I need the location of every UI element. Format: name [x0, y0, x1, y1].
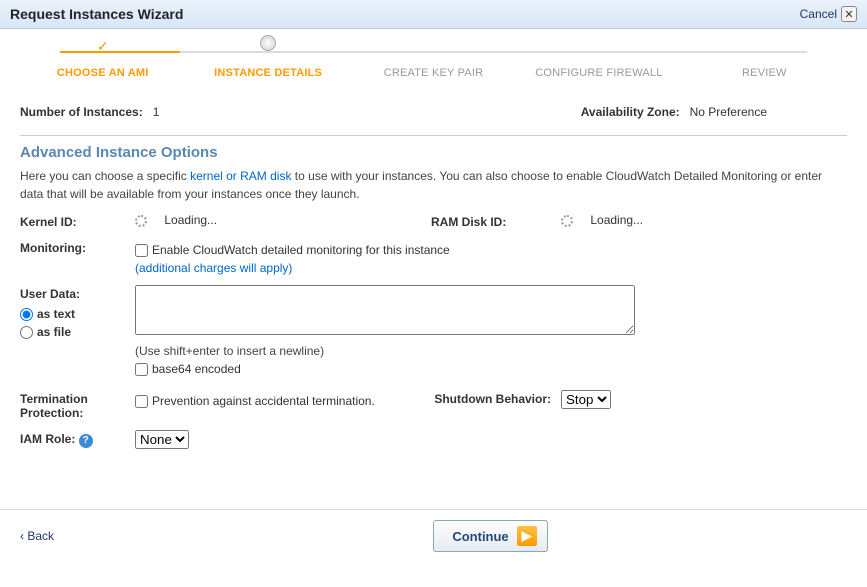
base64-label: base64 encoded — [152, 362, 241, 376]
intro-text: Here you can choose a specific kernel or… — [20, 167, 847, 203]
availability-zone-label: Availability Zone: — [581, 105, 680, 119]
userdata-hint: (Use shift+enter to insert a newline) — [135, 344, 847, 358]
ramdisk-id-value: Loading... — [590, 213, 643, 227]
userdata-as-text-label: as text — [37, 307, 75, 321]
termination-label: Termination Protection: — [20, 390, 125, 420]
step-configure-firewall[interactable]: CONFIGURE FIREWALL — [516, 43, 681, 79]
additional-charges-link[interactable]: (additional charges will apply) — [135, 261, 292, 275]
step-knob-icon — [260, 35, 276, 51]
shutdown-select[interactable]: Stop — [561, 390, 611, 409]
spinner-icon — [561, 215, 573, 227]
termination-checkbox[interactable] — [135, 395, 148, 408]
section-title: Advanced Instance Options — [20, 144, 847, 161]
monitoring-checkbox[interactable] — [135, 244, 148, 257]
userdata-as-file-radio[interactable] — [20, 326, 33, 339]
continue-button[interactable]: Continue ▶ — [433, 520, 547, 552]
userdata-as-text-radio[interactable] — [20, 308, 33, 321]
termination-checkbox-label: Prevention against accidental terminatio… — [152, 394, 375, 408]
dialog-title: Request Instances Wizard — [10, 6, 183, 22]
step-instance-details[interactable]: INSTANCE DETAILS — [185, 43, 350, 79]
iam-role-select[interactable]: None — [135, 430, 189, 449]
step-create-key-pair[interactable]: CREATE KEY PAIR — [351, 43, 516, 79]
close-icon[interactable]: ✕ — [841, 6, 857, 22]
step-review[interactable]: REVIEW — [682, 43, 847, 79]
iam-role-label: IAM Role: ? — [20, 430, 125, 448]
shutdown-label: Shutdown Behavior: — [431, 390, 551, 406]
userdata-textarea[interactable] — [135, 285, 635, 335]
monitoring-label: Monitoring: — [20, 239, 125, 255]
continue-label: Continue — [452, 529, 508, 544]
step-choose-ami[interactable]: ✓ CHOOSE AN AMI — [20, 43, 185, 79]
spinner-icon — [135, 215, 147, 227]
kernel-ramdisk-link[interactable]: kernel or RAM disk — [190, 169, 291, 183]
base64-checkbox[interactable] — [135, 363, 148, 376]
ramdisk-id-label: RAM Disk ID: — [431, 213, 551, 229]
help-icon[interactable]: ? — [79, 434, 93, 448]
monitoring-checkbox-label: Enable CloudWatch detailed monitoring fo… — [152, 243, 450, 257]
arrow-right-icon: ▶ — [517, 526, 537, 546]
user-data-label: User Data: as text as file — [20, 285, 125, 343]
cancel-link[interactable]: Cancel — [800, 7, 837, 21]
check-icon: ✓ — [97, 38, 109, 55]
availability-zone-value: No Preference — [690, 105, 767, 119]
userdata-as-file-label: as file — [37, 325, 71, 339]
num-instances-value: 1 — [153, 105, 160, 119]
kernel-id-value: Loading... — [164, 213, 217, 227]
wizard-steps: ✓ CHOOSE AN AMI INSTANCE DETAILS CREATE … — [0, 29, 867, 87]
kernel-id-label: Kernel ID: — [20, 213, 125, 229]
back-link[interactable]: Back — [20, 529, 54, 543]
num-instances-label: Number of Instances: — [20, 105, 143, 119]
